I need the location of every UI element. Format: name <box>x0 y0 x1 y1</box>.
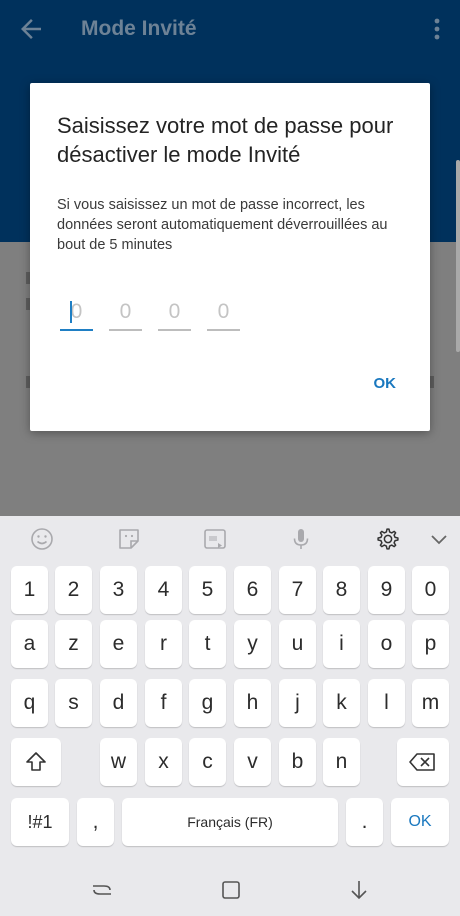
space-key[interactable]: Français (FR) <box>122 798 338 846</box>
key-e[interactable]: e <box>100 620 137 668</box>
pin-placeholder: 0 <box>217 300 230 323</box>
pin-digit-4[interactable]: 0 <box>207 297 240 331</box>
settings-icon[interactable] <box>375 526 401 552</box>
backspace-icon <box>409 753 435 772</box>
key-o[interactable]: o <box>368 620 405 668</box>
key-g[interactable]: g <box>189 679 226 727</box>
scrollbar <box>456 160 460 352</box>
pin-placeholder: 0 <box>70 300 83 323</box>
key-j[interactable]: j <box>279 679 316 727</box>
key-8[interactable]: 8 <box>323 566 360 614</box>
key-1[interactable]: 1 <box>11 566 48 614</box>
symbols-key[interactable]: !#1 <box>11 798 69 846</box>
key-y[interactable]: y <box>234 620 271 668</box>
period-key[interactable]: . <box>346 798 383 846</box>
keyboard-ok-key[interactable]: OK <box>391 798 449 846</box>
backspace-key[interactable] <box>397 738 449 786</box>
back-icon[interactable] <box>347 878 371 902</box>
more-options-icon[interactable] <box>426 16 448 42</box>
pin-digit-2[interactable]: 0 <box>109 297 142 331</box>
pin-placeholder: 0 <box>168 300 181 323</box>
key-z[interactable]: z <box>55 620 92 668</box>
pin-digit-3[interactable]: 0 <box>158 297 191 331</box>
key-p[interactable]: p <box>412 620 449 668</box>
key-3[interactable]: 3 <box>100 566 137 614</box>
navigation-bar <box>0 864 460 916</box>
sticker-icon[interactable] <box>116 526 142 552</box>
key-9[interactable]: 9 <box>368 566 405 614</box>
key-n[interactable]: n <box>323 738 360 786</box>
microphone-icon[interactable] <box>288 526 314 552</box>
key-v[interactable]: v <box>234 738 271 786</box>
keyboard-toolbar <box>0 516 460 562</box>
dialog-ok-button[interactable]: OK <box>374 374 397 394</box>
key-7[interactable]: 7 <box>279 566 316 614</box>
key-6[interactable]: 6 <box>234 566 271 614</box>
password-dialog: Saisissez votre mot de passe pour désact… <box>30 83 430 431</box>
key-w[interactable]: w <box>100 738 137 786</box>
key-5[interactable]: 5 <box>189 566 226 614</box>
recent-apps-icon[interactable] <box>90 878 114 902</box>
key-x[interactable]: x <box>145 738 182 786</box>
key-m[interactable]: m <box>412 679 449 727</box>
key-2[interactable]: 2 <box>55 566 92 614</box>
key-k[interactable]: k <box>323 679 360 727</box>
dialog-message: Si vous saisissez un mot de passe incorr… <box>57 197 388 253</box>
key-d[interactable]: d <box>100 679 137 727</box>
key-u[interactable]: u <box>279 620 316 668</box>
key-r[interactable]: r <box>145 620 182 668</box>
pin-input[interactable]: 0 0 0 0 <box>60 297 250 333</box>
key-q[interactable]: q <box>11 679 48 727</box>
home-icon[interactable] <box>219 878 243 902</box>
back-arrow-icon[interactable] <box>16 14 46 44</box>
key-i[interactable]: i <box>323 620 360 668</box>
key-t[interactable]: t <box>189 620 226 668</box>
gif-icon[interactable] <box>202 526 228 552</box>
pin-placeholder: 0 <box>119 300 132 323</box>
key-a[interactable]: a <box>11 620 48 668</box>
emoji-icon[interactable] <box>29 526 55 552</box>
pin-digit-1[interactable]: 0 <box>60 297 93 331</box>
key-0[interactable]: 0 <box>412 566 449 614</box>
key-b[interactable]: b <box>279 738 316 786</box>
key-s[interactable]: s <box>55 679 92 727</box>
key-4[interactable]: 4 <box>145 566 182 614</box>
shift-key[interactable] <box>11 738 61 786</box>
key-f[interactable]: f <box>145 679 182 727</box>
text-caret <box>70 301 72 323</box>
collapse-keyboard-icon[interactable] <box>426 526 452 552</box>
app-title: Mode Invité <box>81 17 197 40</box>
dialog-title: Saisissez votre mot de passe pour désact… <box>57 113 394 167</box>
key-l[interactable]: l <box>368 679 405 727</box>
keyboard: 1 2 3 4 5 6 7 8 9 0 a z e r t y u i o p … <box>0 516 460 864</box>
key-c[interactable]: c <box>189 738 226 786</box>
shift-icon <box>26 752 46 772</box>
comma-key[interactable]: , <box>77 798 114 846</box>
key-h[interactable]: h <box>234 679 271 727</box>
